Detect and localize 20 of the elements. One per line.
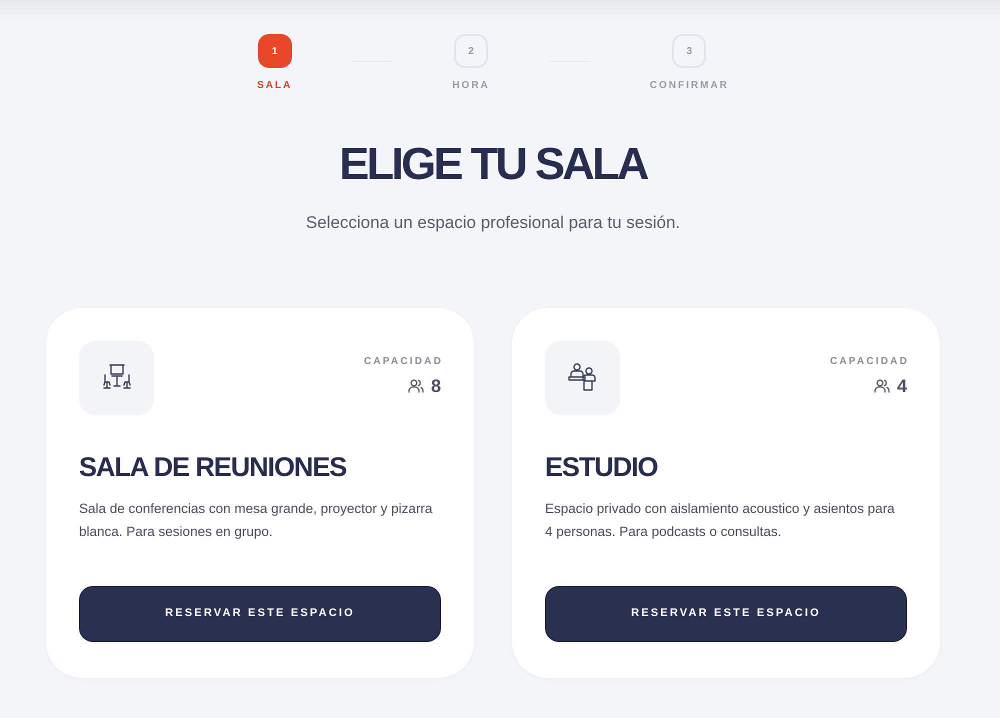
step-label: HORA xyxy=(452,79,490,93)
capacity-value: 4 xyxy=(896,376,907,394)
step-label: CONFIRMAR xyxy=(650,79,729,93)
room-name: ESTUDIO xyxy=(545,450,658,482)
step-label: SALA xyxy=(257,79,292,93)
step-number[interactable]: 1 xyxy=(258,34,292,68)
capacity-value: 8 xyxy=(430,376,441,394)
step-number[interactable]: 3 xyxy=(672,34,706,68)
room-description: Espacio privado con aislamiento acoustico y asientos para 4 personas. Para podcasts o consultas. xyxy=(545,500,896,541)
reserve-button[interactable]: RESERVAR ESTE ESPACIO xyxy=(545,586,907,642)
room-name: SALA DE REUNIONES xyxy=(79,450,348,482)
capacity-label: CAPACIDAD xyxy=(364,354,443,368)
capacity-label: CAPACIDAD xyxy=(830,354,909,368)
step-number[interactable]: 2 xyxy=(454,34,488,68)
room-description: Sala de conferencias con mesa grande, proyector y pizarra blanca. Para sesiones en grupo. xyxy=(79,500,434,541)
reserve-button[interactable]: RESERVAR ESTE ESPACIO xyxy=(79,586,441,642)
page-subtitle: Selecciona un espacio profesional para tu sesión. xyxy=(306,212,680,234)
people-icon xyxy=(874,378,890,392)
people-icon xyxy=(408,378,424,392)
page-title: ELIGE TU SALA xyxy=(339,141,647,186)
